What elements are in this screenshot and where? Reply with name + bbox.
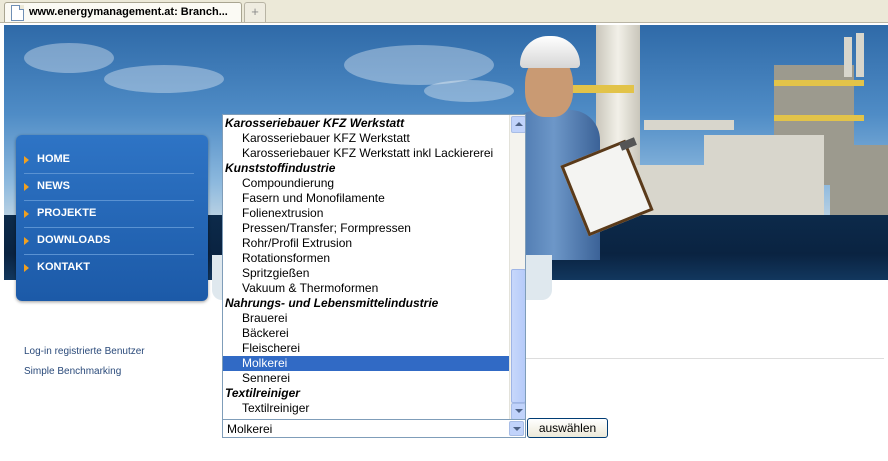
- main-navigation: HOME NEWS PROJEKTE DOWNLOADS KONTAKT: [16, 135, 208, 301]
- select-value: Molkerei: [227, 422, 273, 436]
- browser-tab-strip: www.energymanagement.at: Branch... +: [0, 0, 888, 23]
- nav-item-kontakt[interactable]: KONTAKT: [24, 255, 194, 281]
- bullet-icon: [24, 183, 29, 191]
- nav-item-label: NEWS: [37, 180, 70, 192]
- login-link[interactable]: Log-in registrierte Benutzer: [24, 346, 145, 357]
- page-icon: [11, 5, 24, 21]
- nav-item-label: HOME: [37, 153, 70, 165]
- nav-item-home[interactable]: HOME: [24, 147, 194, 174]
- industry-dropdown-list[interactable]: Karosseriebauer KFZ Werkstatt Karosserie…: [222, 114, 526, 421]
- bullet-icon: [24, 237, 29, 245]
- bullet-icon: [24, 210, 29, 218]
- option[interactable]: Sennerei: [223, 371, 510, 386]
- option[interactable]: Karosseriebauer KFZ Werkstatt inkl Lacki…: [223, 146, 510, 161]
- new-tab-button[interactable]: +: [244, 2, 266, 22]
- option-group: Kunststoffindustrie: [225, 161, 336, 175]
- option[interactable]: Bäckerei: [223, 326, 510, 341]
- scroll-down-button[interactable]: [511, 403, 525, 420]
- bullet-icon: [24, 156, 29, 164]
- option[interactable]: Compoundierung: [223, 176, 510, 191]
- select-submit-button[interactable]: auswählen: [527, 418, 608, 438]
- bullet-icon: [24, 264, 29, 272]
- option-group: Textilreiniger: [225, 386, 300, 400]
- browser-tab[interactable]: www.energymanagement.at: Branch...: [4, 2, 242, 22]
- nav-item-label: DOWNLOADS: [37, 234, 111, 246]
- option-group: Nahrungs- und Lebensmittelindustrie: [225, 296, 439, 310]
- nav-item-projekte[interactable]: PROJEKTE: [24, 201, 194, 228]
- chevron-down-icon: [513, 427, 521, 431]
- nav-item-downloads[interactable]: DOWNLOADS: [24, 228, 194, 255]
- option[interactable]: Vakuum & Thermoformen: [223, 281, 510, 296]
- browser-tab-title: www.energymanagement.at: Branch...: [29, 6, 228, 18]
- option[interactable]: Folienextrusion: [223, 206, 510, 221]
- nav-item-news[interactable]: NEWS: [24, 174, 194, 201]
- scrollbar-thumb[interactable]: [511, 269, 525, 403]
- option[interactable]: Rotationsformen: [223, 251, 510, 266]
- chevron-up-icon: [515, 122, 523, 126]
- chevron-down-icon: [515, 409, 523, 413]
- option-group: Karosseriebauer KFZ Werkstatt: [225, 116, 405, 130]
- option[interactable]: Textilreiniger: [223, 401, 510, 416]
- scroll-up-button[interactable]: [511, 116, 525, 133]
- nav-item-label: PROJEKTE: [37, 207, 97, 219]
- divider: [520, 358, 884, 359]
- option-selected[interactable]: Molkerei: [223, 356, 510, 371]
- benchmarking-link[interactable]: Simple Benchmarking: [24, 366, 121, 377]
- option[interactable]: Rohr/Profil Extrusion: [223, 236, 510, 251]
- option[interactable]: Karosseriebauer KFZ Werkstatt: [223, 131, 510, 146]
- option[interactable]: Fasern und Monofilamente: [223, 191, 510, 206]
- select-dropdown-button[interactable]: [509, 421, 524, 436]
- option[interactable]: Brauerei: [223, 311, 510, 326]
- dropdown-scrollbar[interactable]: [509, 115, 525, 420]
- nav-item-label: KONTAKT: [37, 261, 90, 273]
- option[interactable]: Spritzgießen: [223, 266, 510, 281]
- option[interactable]: Pressen/Transfer; Formpressen: [223, 221, 510, 236]
- industry-select[interactable]: Molkerei: [222, 419, 526, 438]
- option[interactable]: Fleischerei: [223, 341, 510, 356]
